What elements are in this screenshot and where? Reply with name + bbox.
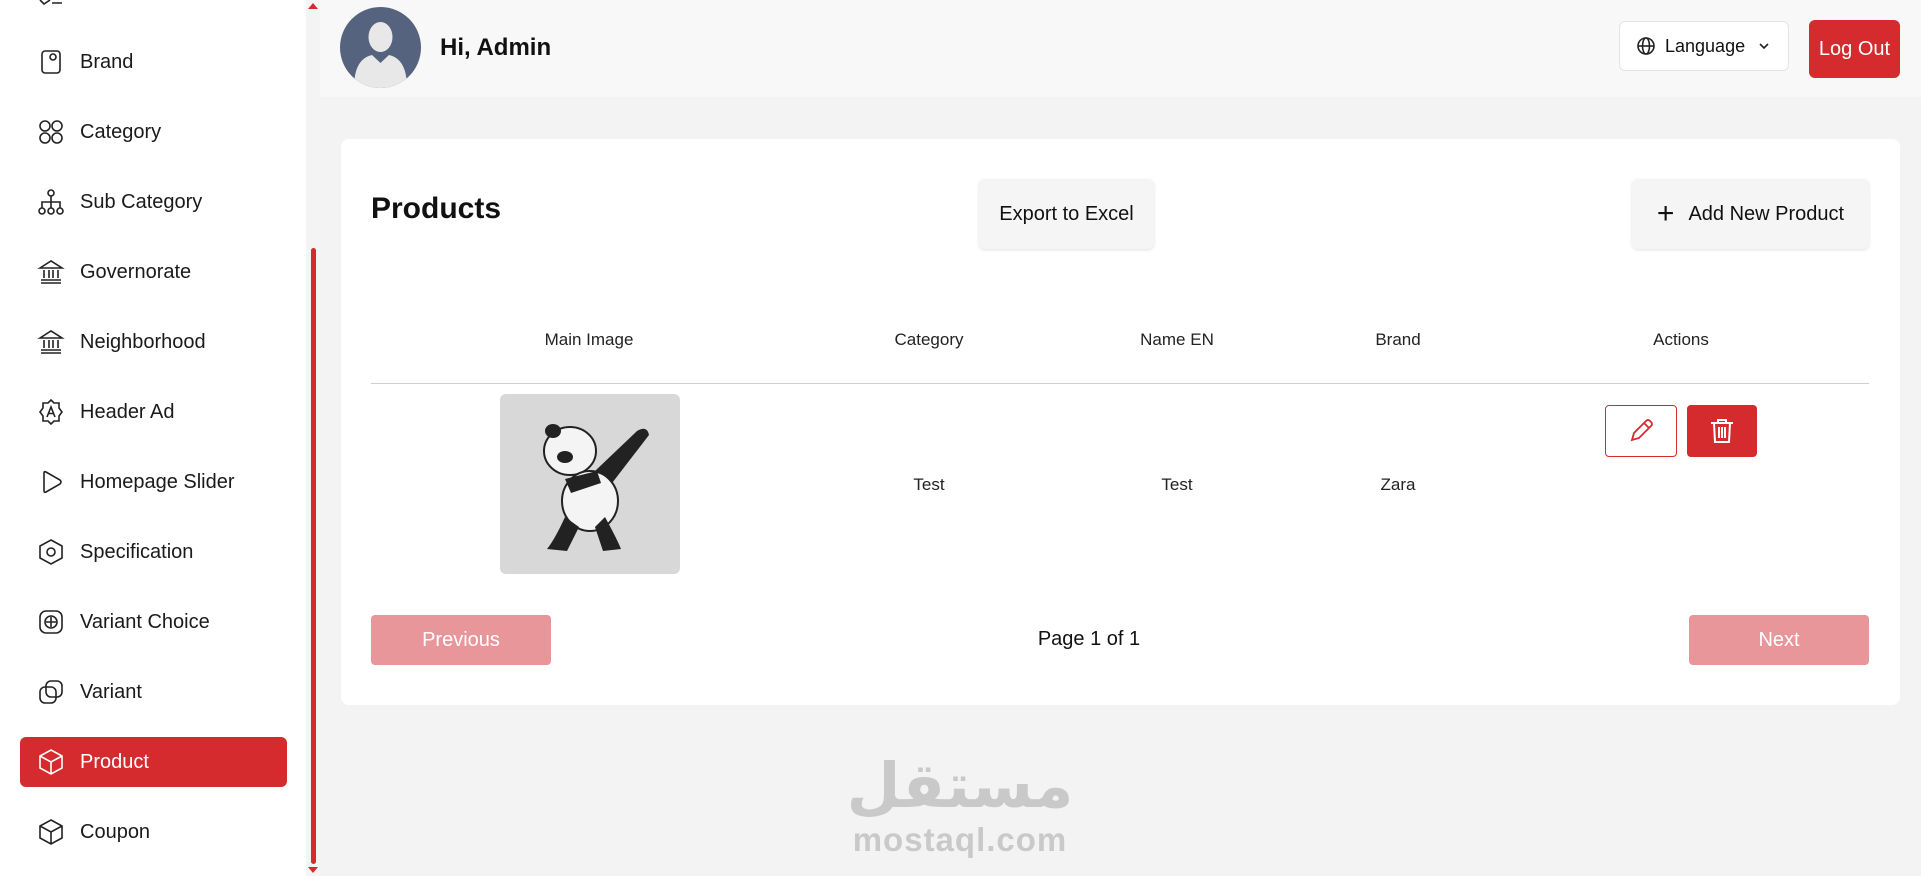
column-header-category: Category [894,330,964,349]
cell-category: Test [913,475,945,494]
next-page-button[interactable]: Next [1689,615,1869,665]
sidebar-item-sub-category[interactable]: Sub Category [20,177,287,227]
sidebar-item-homepage-slider[interactable]: Homepage Slider [20,457,287,507]
sidebar-item-category[interactable]: Category [20,107,287,157]
delete-button[interactable] [1687,405,1757,457]
cell-name-en: Test [1161,475,1193,494]
scrollbar-thumb[interactable] [311,248,316,864]
ad-badge-icon [36,397,66,427]
sidebar-item-coupon[interactable]: Coupon [20,807,287,857]
box-icon [36,817,66,847]
sidebar-item-label: Header Ad [80,400,175,423]
sidebar-item-label: Variant Choice [80,610,210,633]
scroll-down-arrow-icon[interactable] [308,867,318,873]
language-dropdown[interactable]: Language [1619,21,1789,71]
play-icon [36,467,66,497]
sidebar-item-label: Specification [80,540,194,563]
greeting-text: Hi, Admin [440,34,552,61]
hexagon-icon [36,537,66,567]
sidebar-item-label: Coupon [80,820,151,843]
cell-brand: Zara [1380,475,1416,494]
sidebar-scrollbar[interactable] [306,0,320,876]
sidebar-item-label: Variant [80,680,142,703]
chevron-down-icon [1759,43,1769,50]
sidebar-item-label: Homepage Slider [80,470,235,493]
export-excel-button[interactable]: Export to Excel [979,179,1154,249]
sidebar-item-brand[interactable]: Brand [20,37,287,87]
sidebar: Brand Category Sub Category Governorate … [0,0,306,876]
column-header-name-en: Name EN [1140,330,1214,349]
copy-icon [36,677,66,707]
sidebar-item-label: Category [80,120,162,143]
previous-page-button[interactable]: Previous [371,615,551,665]
sidebar-item-label: Sub Category [80,190,203,213]
page-title: Products [371,192,502,225]
bank-icon [36,327,66,357]
add-product-label: Add New Product [1688,202,1845,225]
language-label: Language [1665,35,1746,56]
table-header-divider [371,383,1869,384]
top-header: Hi, Admin Language Log Out [320,0,1921,97]
sidebar-item-governorate[interactable]: Governorate [20,247,287,297]
edit-button[interactable] [1605,405,1677,457]
sidebar-item-label: Governorate [80,260,192,283]
sidebar-item-variant-choice[interactable]: Variant Choice [20,597,287,647]
sidebar-item-label: Product [80,750,149,773]
plus-icon: + [1656,197,1675,230]
category-icon [36,117,66,147]
logout-button[interactable]: Log Out [1809,20,1900,78]
sidebar-item-label: Neighborhood [80,330,206,353]
scroll-up-arrow-icon[interactable] [308,3,318,9]
sidebar-nav: Brand Category Sub Category Governorate … [20,37,287,876]
globe-icon [1637,37,1655,55]
sidebar-item-neighborhood[interactable]: Neighborhood [20,317,287,367]
column-header-actions: Actions [1653,330,1709,349]
avatar[interactable] [340,7,421,88]
sidebar-item-product[interactable]: Product [20,737,287,787]
watermark-arabic: مستقل [846,749,1074,822]
products-card: Products Export to Excel + Add New Produ… [341,139,1900,705]
watermark: مستقل mostaql.com [845,750,1075,858]
panda-dab-image [543,424,649,551]
trash-icon [1711,419,1733,443]
list-icon [39,0,62,6]
add-product-button[interactable]: + Add New Product [1632,179,1869,249]
pencil-icon [1630,419,1653,442]
bank-icon [36,257,66,287]
watermark-domain: mostaql.com [852,821,1068,858]
plus-square-icon [36,607,66,637]
sub-category-icon [36,187,66,217]
product-thumbnail[interactable] [500,394,680,574]
sidebar-item-specification[interactable]: Specification [20,527,287,577]
box-icon [36,747,66,777]
user-silhouette-icon [354,22,407,88]
sidebar-item-variant[interactable]: Variant [20,667,287,717]
brand-icon [36,47,66,77]
sidebar-item-header-ad[interactable]: Header Ad [20,387,287,437]
page-indicator: Page 1 of 1 [1037,628,1141,650]
sidebar-item-label: Brand [80,50,134,73]
column-header-brand: Brand [1375,330,1421,349]
column-header-main-image: Main Image [544,330,634,349]
